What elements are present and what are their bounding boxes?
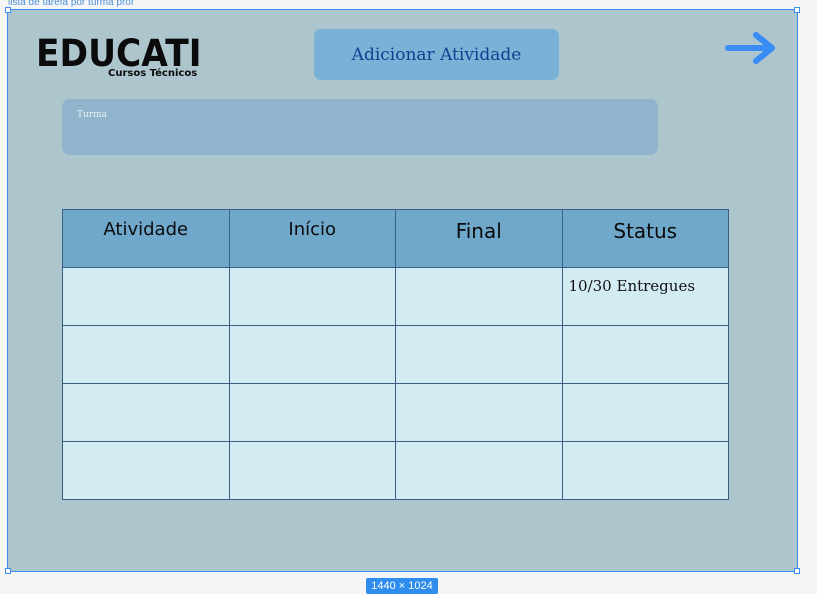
add-activity-button[interactable]: Adicionar Atividade	[314, 29, 559, 80]
table-cell[interactable]	[395, 267, 563, 326]
table-cell[interactable]	[395, 383, 563, 442]
table-cell[interactable]	[62, 383, 230, 442]
turma-field[interactable]: Turma	[62, 99, 658, 155]
resize-handle-bottom-left[interactable]	[5, 568, 11, 574]
column-header-final: Final	[395, 209, 563, 268]
status-cell[interactable]	[561, 441, 729, 500]
arrow-right-icon[interactable]	[724, 30, 778, 66]
table-cell[interactable]	[228, 383, 396, 442]
turma-field-label: Turma	[77, 110, 108, 120]
table-cell[interactable]	[62, 441, 230, 500]
activities-table: Atividade Início Final Status 10/30 Entr…	[62, 209, 729, 500]
table-row	[62, 383, 729, 442]
status-cell[interactable]	[561, 325, 729, 384]
resize-handle-bottom-right[interactable]	[794, 568, 800, 574]
table-cell[interactable]	[62, 267, 230, 326]
educati-logo: EDUCATI Cursos Técnicos	[36, 34, 206, 84]
table-row: 10/30 Entregues	[62, 267, 729, 326]
status-cell[interactable]	[561, 383, 729, 442]
table-cell[interactable]	[62, 325, 230, 384]
resize-handle-top-left[interactable]	[5, 7, 11, 13]
table-cell[interactable]	[228, 325, 396, 384]
resize-handle-top-right[interactable]	[794, 7, 800, 13]
table-row	[62, 441, 729, 500]
column-header-inicio: Início	[228, 209, 396, 268]
column-header-status: Status	[561, 209, 729, 268]
table-cell[interactable]	[395, 325, 563, 384]
frame-size-badge: 1440 × 1024	[366, 578, 438, 594]
table-cell[interactable]	[395, 441, 563, 500]
column-header-atividade: Atividade	[62, 209, 230, 268]
page-frame: EDUCATI Cursos Técnicos Adicionar Ativid…	[7, 9, 798, 572]
status-cell[interactable]: 10/30 Entregues	[561, 267, 729, 326]
table-row	[62, 325, 729, 384]
table-cell[interactable]	[228, 267, 396, 326]
table-header-row: Atividade Início Final Status	[62, 209, 729, 268]
table-cell[interactable]	[228, 441, 396, 500]
frame-name-label: lista de tarefa por turma prof	[8, 0, 134, 8]
logo-subtitle: Cursos Técnicos	[108, 68, 198, 79]
